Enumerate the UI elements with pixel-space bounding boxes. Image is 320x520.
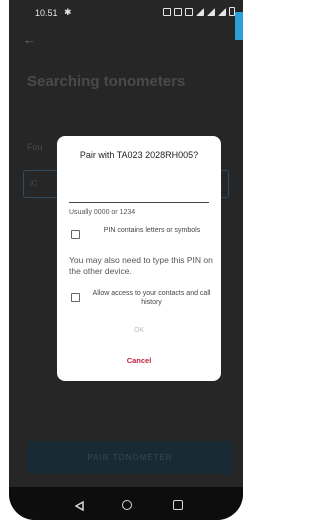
pin-letters-label: PIN contains letters or symbols — [103, 227, 201, 234]
signal-2-icon — [218, 7, 226, 16]
wifi-icon — [196, 7, 204, 16]
accent-edge — [235, 12, 243, 40]
status-bar: 10.51 ✱ — [9, 0, 243, 26]
status-time: 10.51 — [35, 8, 58, 18]
contacts-access-checkbox[interactable] — [71, 293, 80, 302]
pin-letters-checkbox[interactable] — [71, 230, 80, 239]
pairing-dialog: Pair with TA023 2028RH005? Usually 0000 … — [57, 136, 221, 381]
app-screen: 10.51 ✱ ← Searching tonometers Fou iC 00… — [9, 0, 243, 487]
phone-frame: 10.51 ✱ ← Searching tonometers Fou iC 00… — [9, 0, 243, 520]
pin-input[interactable] — [69, 202, 209, 203]
page-title: Searching tonometers — [27, 73, 186, 90]
dialog-title: Pair with TA023 2028RH005? — [79, 150, 199, 160]
device-name-fragment: iC — [30, 179, 38, 188]
nav-back-icon[interactable] — [75, 501, 84, 511]
pairing-info-text: You may also need to type this PIN on th… — [69, 255, 213, 276]
pair-tonometer-button[interactable]: PAIR TONOMETER — [27, 441, 233, 474]
signal-icon — [207, 7, 215, 16]
nav-recents-icon[interactable] — [173, 500, 183, 510]
contacts-access-label: Allow access to your contacts and call h… — [92, 290, 211, 306]
navigation-bar — [9, 487, 243, 520]
nfc-icon — [163, 7, 171, 16]
mute-icon — [185, 7, 193, 16]
found-label: Fou — [27, 142, 43, 152]
sim-icon — [174, 7, 182, 16]
back-arrow-icon[interactable]: ← — [23, 32, 36, 47]
ok-button[interactable]: OK — [57, 327, 221, 334]
bluetooth-icon: ✱ — [64, 7, 72, 17]
cancel-button[interactable]: Cancel — [57, 356, 221, 365]
nav-home-icon[interactable] — [122, 500, 132, 510]
status-icons — [163, 7, 235, 16]
pin-hint: Usually 0000 or 1234 — [69, 209, 136, 216]
